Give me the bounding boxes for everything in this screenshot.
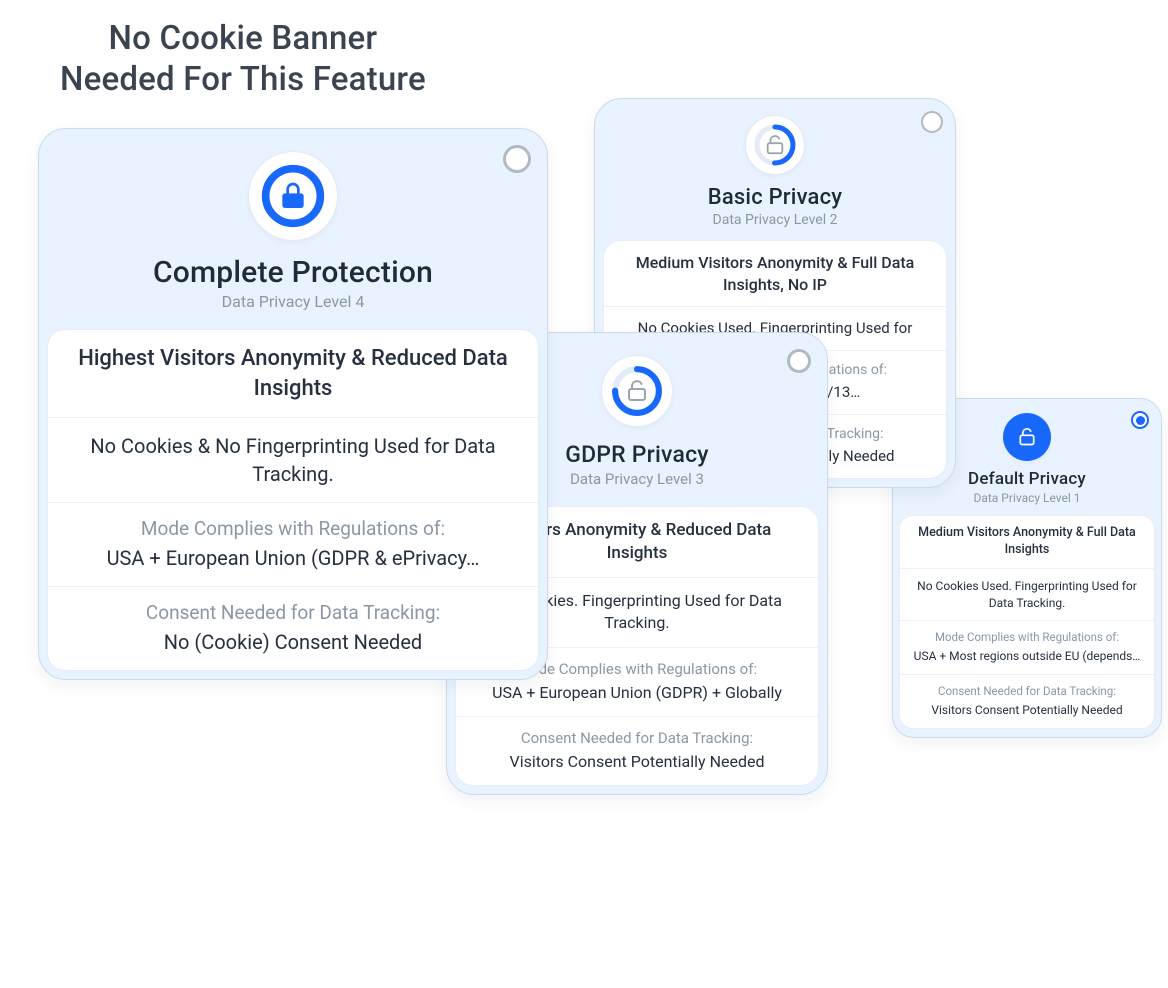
compliance-value: USA + European Union (GDPR) + Globally xyxy=(472,682,802,704)
consent-label: Consent Needed for Data Tracking: xyxy=(472,729,802,747)
select-radio-level3[interactable] xyxy=(787,349,811,373)
lock-badge xyxy=(1003,413,1051,461)
select-radio-level4[interactable] xyxy=(503,145,531,173)
card-title: Complete Protection xyxy=(59,255,527,290)
tracking-text: No Cookies & No Fingerprinting Used for … xyxy=(66,432,520,488)
card-subtitle: Data Privacy Level 1 xyxy=(903,491,1151,505)
card-subtitle: Data Privacy Level 4 xyxy=(59,292,527,311)
compliance-label: Mode Complies with Regulations of: xyxy=(66,517,520,540)
lock-closed-icon xyxy=(277,180,309,212)
consent-label: Consent Needed for Data Tracking: xyxy=(66,601,520,624)
page-headline: No Cookie BannerNeeded For This Feature xyxy=(60,18,426,101)
lock-open-icon xyxy=(764,134,786,156)
consent-value: Visitors Consent Potentially Needed xyxy=(472,751,802,773)
anonymity-text: Highest Visitors Anonymity & Reduced Dat… xyxy=(66,344,520,403)
lock-badge xyxy=(248,151,338,241)
compliance-value: USA + Most regions outside EU (depends… xyxy=(908,648,1146,665)
lock-badge xyxy=(745,115,805,175)
lock-open-icon xyxy=(1017,427,1037,447)
consent-value: No (Cookie) Consent Needed xyxy=(66,628,520,656)
consent-value: Visitors Consent Potentially Needed xyxy=(908,702,1146,719)
compliance-label: Mode Complies with Regulations of: xyxy=(908,630,1146,644)
compliance-value: USA + European Union (GDPR & ePrivacy… xyxy=(66,544,520,572)
consent-label: Consent Needed for Data Tracking: xyxy=(908,684,1146,698)
card-title: Basic Privacy xyxy=(611,185,939,210)
select-radio-level2[interactable] xyxy=(921,111,943,133)
card-subtitle: Data Privacy Level 2 xyxy=(611,212,939,228)
anonymity-text: Medium Visitors Anonymity & Full Data In… xyxy=(618,252,932,295)
lock-badge xyxy=(601,355,673,427)
card-details-panel: Medium Visitors Anonymity & Full Data In… xyxy=(899,515,1155,729)
privacy-card-level4[interactable]: Complete Protection Data Privacy Level 4… xyxy=(38,128,548,680)
tracking-text: No Cookies Used. Fingerprinting Used for… xyxy=(908,578,1146,612)
lock-open-icon xyxy=(625,379,649,403)
anonymity-text: Medium Visitors Anonymity & Full Data In… xyxy=(908,525,1146,559)
select-radio-level1[interactable] xyxy=(1131,411,1149,429)
card-details-panel: Highest Visitors Anonymity & Reduced Dat… xyxy=(47,329,539,671)
